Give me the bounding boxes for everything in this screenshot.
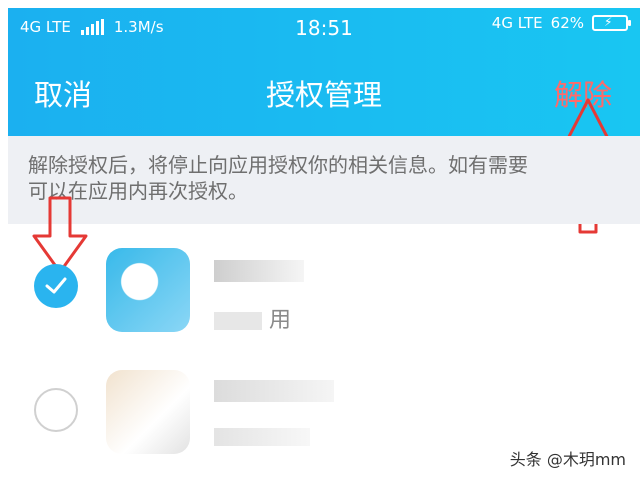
screen: 4G LTE 1.3M/s 18:51 4G LTE 62% ⚡ 取消 授权管理… (8, 8, 640, 480)
app-permission-text: 用 (214, 302, 291, 334)
page-title: 授权管理 (265, 78, 382, 112)
notice-text: 解除授权后，将停止向应用授权你的相关信息。如有需要 可以在应用内再次授权。 (8, 136, 640, 224)
battery-percent: 62% (550, 14, 584, 32)
status-right: 4G LTE 62% ⚡ (491, 14, 631, 32)
signal-icon (80, 19, 104, 35)
network-label-right: 4G LTE (491, 14, 543, 32)
status-left: 4G LTE 1.3M/s (20, 18, 164, 36)
status-bar: 4G LTE 1.3M/s 18:51 4G LTE 62% ⚡ (20, 14, 631, 42)
app-name-blurred (214, 380, 334, 402)
status-time: 18:51 (295, 16, 353, 40)
app-icon-blurred (106, 248, 190, 332)
network-label: 4G LTE (20, 18, 71, 36)
checkbox-unchecked-icon[interactable] (34, 388, 78, 432)
battery-icon: ⚡ (592, 15, 631, 31)
notice-line-2: 可以在应用内再次授权。 (28, 179, 248, 203)
app-icon-blurred (106, 370, 190, 454)
app-permission-blurred (214, 428, 310, 446)
notice-line-1: 解除授权后，将停止向应用授权你的相关信息。如有需要 (28, 153, 528, 177)
network-speed: 1.3M/s (113, 18, 164, 36)
checkbox-checked-icon[interactable] (34, 264, 78, 308)
watermark: 头条 @木玥mm (509, 450, 626, 469)
header: 4G LTE 1.3M/s 18:51 4G LTE 62% ⚡ 取消 授权管理… (8, 8, 640, 234)
app-name-blurred (214, 260, 304, 282)
app-item[interactable]: 用 (8, 226, 640, 346)
